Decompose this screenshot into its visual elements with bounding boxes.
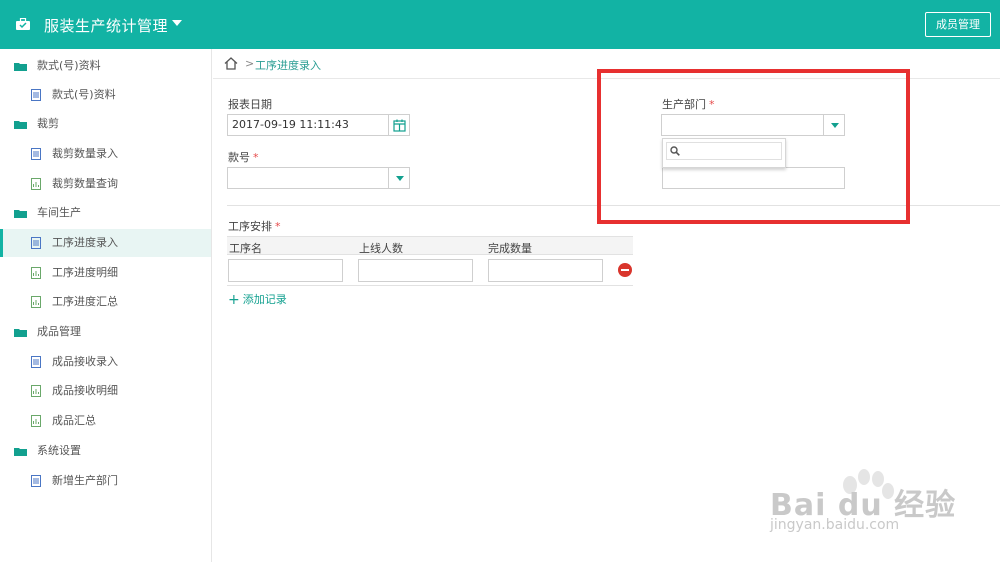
breadcrumb-current[interactable]: 工序进度录入 — [255, 57, 321, 73]
sidebar-item-cutting-entry[interactable]: 裁剪数量录入 — [0, 140, 211, 168]
sidebar-item-finished-summary[interactable]: 成品汇总 — [0, 407, 211, 435]
sidebar-item-label: 成品管理 — [37, 325, 81, 338]
document-icon — [31, 356, 41, 368]
dropdown-toggle[interactable] — [388, 167, 410, 189]
report-date-label: 报表日期 — [228, 98, 272, 111]
document-icon — [31, 475, 41, 487]
folder-icon — [14, 121, 27, 129]
sidebar-group-finished[interactable]: 成品管理 — [0, 318, 211, 346]
sidebar: 款式(号)资料 款式(号)资料 裁剪 裁剪数量录入 裁剪数量查询 车间生产 工序… — [0, 49, 212, 562]
sidebar-item-label: 款式(号)资料 — [52, 88, 116, 101]
sidebar-item-style-info[interactable]: 款式(号)资料 — [0, 81, 211, 109]
sidebar-item-process-entry[interactable]: 工序进度录入 — [0, 229, 211, 257]
process-table-header: 工序名 上线人数 完成数量 — [227, 236, 633, 255]
sidebar-item-process-detail[interactable]: 工序进度明细 — [0, 259, 211, 287]
sidebar-item-cutting-query[interactable]: 裁剪数量查询 — [0, 170, 211, 198]
calendar-icon — [393, 119, 406, 132]
column-header: 上线人数 — [359, 242, 403, 255]
folder-icon — [14, 329, 27, 337]
style-no-label: 款号 * — [228, 151, 259, 164]
chevron-down-icon — [396, 176, 404, 181]
sidebar-item-process-summary[interactable]: 工序进度汇总 — [0, 288, 211, 316]
folder-icon — [14, 448, 27, 456]
sidebar-item-label: 裁剪数量查询 — [52, 177, 118, 190]
briefcase-icon — [16, 18, 30, 30]
sidebar-item-label: 裁剪 — [37, 117, 59, 130]
plus-icon: + — [228, 292, 240, 308]
chart-icon — [31, 178, 41, 190]
table-row — [227, 255, 633, 286]
sidebar-item-label: 工序进度汇总 — [52, 295, 118, 308]
process-label: 工序安排 * — [228, 220, 281, 233]
watermark-url: jingyan.baidu.com — [770, 517, 900, 533]
sidebar-group-workshop[interactable]: 车间生产 — [0, 199, 211, 227]
folder-icon — [14, 210, 27, 218]
sidebar-item-label: 成品接收录入 — [52, 355, 118, 368]
member-management-button[interactable]: 成员管理 — [925, 12, 991, 37]
column-header: 工序名 — [229, 242, 262, 255]
calendar-button[interactable] — [388, 114, 410, 136]
chart-icon — [31, 415, 41, 427]
sidebar-item-label: 工序进度录入 — [52, 236, 118, 249]
report-date-input[interactable]: 2017-09-19 11:11:43 — [227, 114, 410, 136]
sidebar-group-style[interactable]: 款式(号)资料 — [0, 52, 211, 80]
chart-icon — [31, 385, 41, 397]
add-record-button[interactable]: + 添加记录 — [228, 291, 287, 308]
highlight-box — [597, 69, 910, 224]
report-date-value: 2017-09-19 11:11:43 — [232, 118, 349, 131]
document-icon — [31, 89, 41, 101]
worker-count-input[interactable] — [358, 259, 473, 282]
chart-icon — [31, 267, 41, 279]
sidebar-item-receive-detail[interactable]: 成品接收明细 — [0, 377, 211, 405]
home-icon[interactable] — [224, 57, 238, 70]
sidebar-item-add-department[interactable]: 新增生产部门 — [0, 467, 211, 495]
column-header: 完成数量 — [488, 242, 532, 255]
document-icon — [31, 237, 41, 249]
sidebar-item-label: 裁剪数量录入 — [52, 147, 118, 160]
sidebar-item-label: 新增生产部门 — [52, 474, 118, 487]
sidebar-item-label: 工序进度明细 — [52, 266, 118, 279]
document-icon — [31, 148, 41, 160]
remove-row-icon[interactable] — [618, 263, 632, 277]
sidebar-item-label: 成品接收明细 — [52, 384, 118, 397]
sidebar-item-receive-entry[interactable]: 成品接收录入 — [0, 348, 211, 376]
sidebar-item-label: 车间生产 — [37, 206, 81, 219]
chevron-down-icon[interactable] — [172, 20, 182, 26]
style-no-select[interactable] — [227, 167, 410, 189]
folder-icon — [14, 63, 27, 71]
sidebar-item-label: 款式(号)资料 — [37, 59, 101, 72]
sidebar-item-label: 系统设置 — [37, 444, 81, 457]
completed-qty-input[interactable] — [488, 259, 603, 282]
sidebar-group-settings[interactable]: 系统设置 — [0, 437, 211, 465]
sidebar-group-cutting[interactable]: 裁剪 — [0, 110, 211, 138]
process-name-input[interactable] — [228, 259, 343, 282]
top-header: 服装生产统计管理 成员管理 — [0, 0, 1000, 49]
breadcrumb-separator: > — [245, 57, 255, 70]
sidebar-item-label: 成品汇总 — [52, 414, 96, 427]
app-title: 服装生产统计管理 — [44, 17, 169, 35]
chart-icon — [31, 296, 41, 308]
